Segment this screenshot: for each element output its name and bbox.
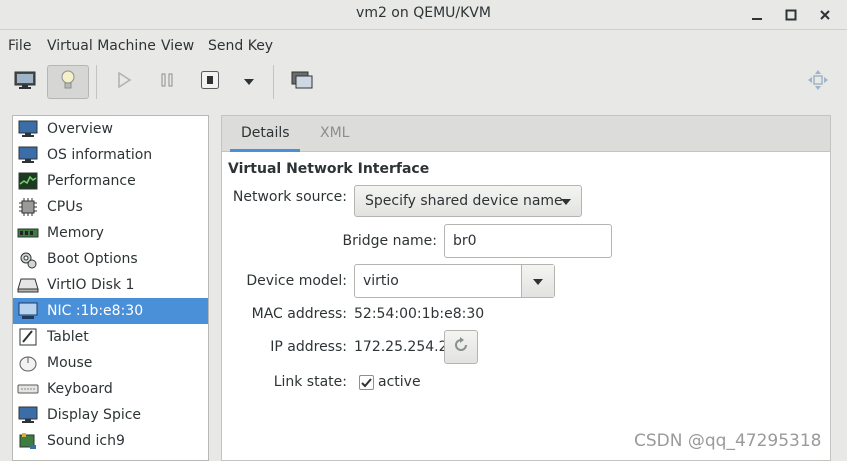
chevron-down-icon	[561, 199, 571, 205]
ip-address-label: IP address:	[270, 339, 347, 355]
menu-view[interactable]: View	[161, 38, 194, 54]
mouse-icon	[17, 352, 39, 374]
maximize-icon[interactable]	[780, 4, 802, 26]
screenshot-icon	[290, 70, 314, 94]
sidebar-item-sound-ich9[interactable]: Sound ich9	[13, 428, 208, 454]
link-state-label: Link state:	[273, 374, 347, 390]
keyboard-icon	[17, 378, 39, 400]
sidebar-item-os-information[interactable]: OS information	[13, 142, 208, 168]
network-source-value: Specify shared device name	[365, 193, 563, 209]
toolbar-separator	[273, 65, 274, 99]
sidebar-item-label: OS information	[47, 147, 153, 163]
mac-address-label: MAC address:	[251, 306, 347, 322]
play-icon	[116, 71, 132, 92]
sidebar-item-label: Performance	[47, 173, 136, 189]
monitor-icon	[13, 70, 37, 94]
memory-icon	[17, 222, 39, 244]
pause-button[interactable]	[146, 65, 188, 99]
refresh-ip-button[interactable]	[444, 330, 478, 364]
sidebar-item-keyboard[interactable]: Keyboard	[13, 376, 208, 402]
cpu-icon	[17, 196, 39, 218]
toolbar-separator	[96, 65, 97, 99]
title-bar: vm2 on QEMU/KVM	[0, 0, 847, 30]
sidebar-item-overview[interactable]: Overview	[13, 116, 208, 142]
device-model-label: Device model:	[246, 273, 347, 289]
sidebar-item-label: Overview	[47, 121, 113, 137]
refresh-icon	[452, 336, 470, 358]
network-source-dropdown[interactable]: Specify shared device name	[354, 185, 582, 217]
bridge-name-label: Bridge name:	[342, 233, 437, 249]
sound-icon	[17, 430, 39, 452]
toolbar	[0, 61, 847, 103]
link-state-checkbox[interactable]	[359, 375, 374, 390]
ip-address-value: 172.25.254.2	[354, 339, 448, 355]
tablet-icon	[17, 326, 39, 348]
link-state-value: active	[378, 374, 421, 390]
menu-file[interactable]: File	[8, 38, 31, 54]
sidebar-item-performance[interactable]: Performance	[13, 168, 208, 194]
sidebar-item-label: CPUs	[47, 199, 83, 215]
sidebar-item-virtio-disk-1[interactable]: VirtIO Disk 1	[13, 272, 208, 298]
fullscreen-icon	[806, 68, 830, 96]
network-source-label: Network source:	[232, 189, 347, 205]
fullscreen-button[interactable]	[797, 65, 839, 99]
section-title: Virtual Network Interface	[228, 161, 430, 177]
sidebar-item-label: Display Spice	[47, 407, 142, 423]
sidebar-item-tablet[interactable]: Tablet	[13, 324, 208, 350]
sidebar-item-label: Sound ich9	[47, 433, 125, 449]
snapshots-button[interactable]	[281, 65, 323, 99]
minimize-icon[interactable]	[746, 4, 768, 26]
sidebar-item-label: Tablet	[47, 329, 89, 345]
lightbulb-icon	[58, 69, 78, 95]
menu-bar: File Virtual Machine View Send Key	[0, 31, 847, 61]
sidebar-item-mouse[interactable]: Mouse	[13, 350, 208, 376]
sidebar-item-cpus[interactable]: CPUs	[13, 194, 208, 220]
display-icon	[17, 404, 39, 426]
watermark: CSDN @qq_47295318	[634, 431, 822, 451]
details-button[interactable]	[47, 65, 89, 99]
tab-xml[interactable]: XML	[320, 125, 349, 141]
device-model-dropdown-button[interactable]	[521, 265, 554, 297]
chevron-down-icon	[533, 279, 543, 285]
menu-virtual-machine[interactable]: Virtual Machine	[47, 38, 156, 54]
run-button[interactable]	[103, 65, 145, 99]
pause-icon	[159, 72, 175, 92]
active-tab-indicator	[230, 149, 300, 152]
close-icon[interactable]	[814, 4, 836, 26]
tab-bar: Details XML	[222, 116, 830, 152]
boot-options-icon	[17, 248, 39, 270]
sidebar-item-label: NIC :1b:e8:30	[47, 303, 144, 319]
disk-icon	[17, 274, 39, 296]
sidebar-item-nic[interactable]: NIC :1b:e8:30	[13, 298, 208, 324]
mac-address-value: 52:54:00:1b:e8:30	[354, 306, 485, 322]
overview-icon	[17, 118, 39, 140]
sidebar-item-label: VirtIO Disk 1	[47, 277, 135, 293]
sidebar-item-boot-options[interactable]: Boot Options	[13, 246, 208, 272]
bridge-name-input[interactable]: br0	[444, 224, 612, 258]
chevron-down-icon	[243, 74, 255, 90]
sidebar-item-label: Keyboard	[47, 381, 113, 397]
stop-icon	[200, 70, 220, 94]
shutdown-button[interactable]	[189, 65, 231, 99]
menu-send-key[interactable]: Send Key	[208, 38, 273, 54]
sidebar-item-display-spice[interactable]: Display Spice	[13, 402, 208, 428]
details-pane: Details XML Virtual Network Interface Ne…	[221, 115, 831, 461]
shutdown-menu-button[interactable]	[228, 65, 270, 99]
device-model-combo[interactable]: virtio	[354, 264, 555, 298]
sidebar-item-label: Memory	[47, 225, 104, 241]
window-title: vm2 on QEMU/KVM	[356, 5, 491, 21]
performance-icon	[17, 170, 39, 192]
device-model-value[interactable]: virtio	[355, 265, 521, 297]
sidebar-item-label: Boot Options	[47, 251, 138, 267]
checkmark-icon	[361, 378, 372, 388]
tab-details[interactable]: Details	[241, 125, 290, 141]
console-button[interactable]	[4, 65, 46, 99]
nic-icon	[17, 300, 39, 322]
sidebar-item-memory[interactable]: Memory	[13, 220, 208, 246]
sidebar-item-label: Mouse	[47, 355, 93, 371]
hardware-list: Overview OS information Performance CPUs…	[12, 115, 209, 461]
os-info-icon	[17, 144, 39, 166]
